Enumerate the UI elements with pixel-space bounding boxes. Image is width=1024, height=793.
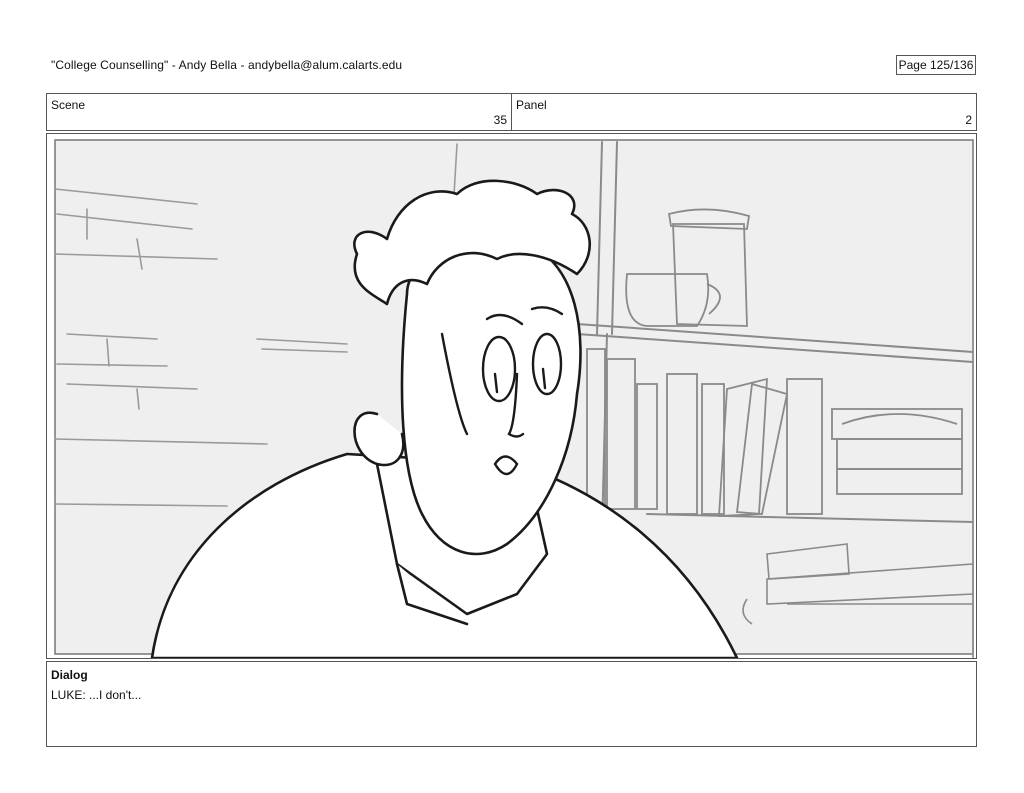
dialog-label: Dialog — [51, 668, 88, 682]
panel-cell: Panel 2 — [511, 94, 976, 130]
document-title: "College Counselling" - Andy Bella - and… — [51, 58, 403, 72]
dialog-text: LUKE: ...I don't... — [51, 688, 142, 702]
scene-panel-row: Scene 35 Panel 2 — [46, 93, 977, 131]
storyboard-sketch — [54, 139, 974, 658]
storyboard-panel — [46, 133, 977, 659]
page-number: Page 125/136 — [896, 55, 976, 75]
panel-label: Panel — [516, 98, 547, 112]
panel-number: 2 — [965, 113, 972, 127]
dialog-box: Dialog LUKE: ...I don't... — [46, 661, 977, 747]
scene-label: Scene — [51, 98, 86, 112]
scene-cell: Scene 35 — [47, 94, 511, 130]
scene-number: 35 — [493, 113, 507, 127]
